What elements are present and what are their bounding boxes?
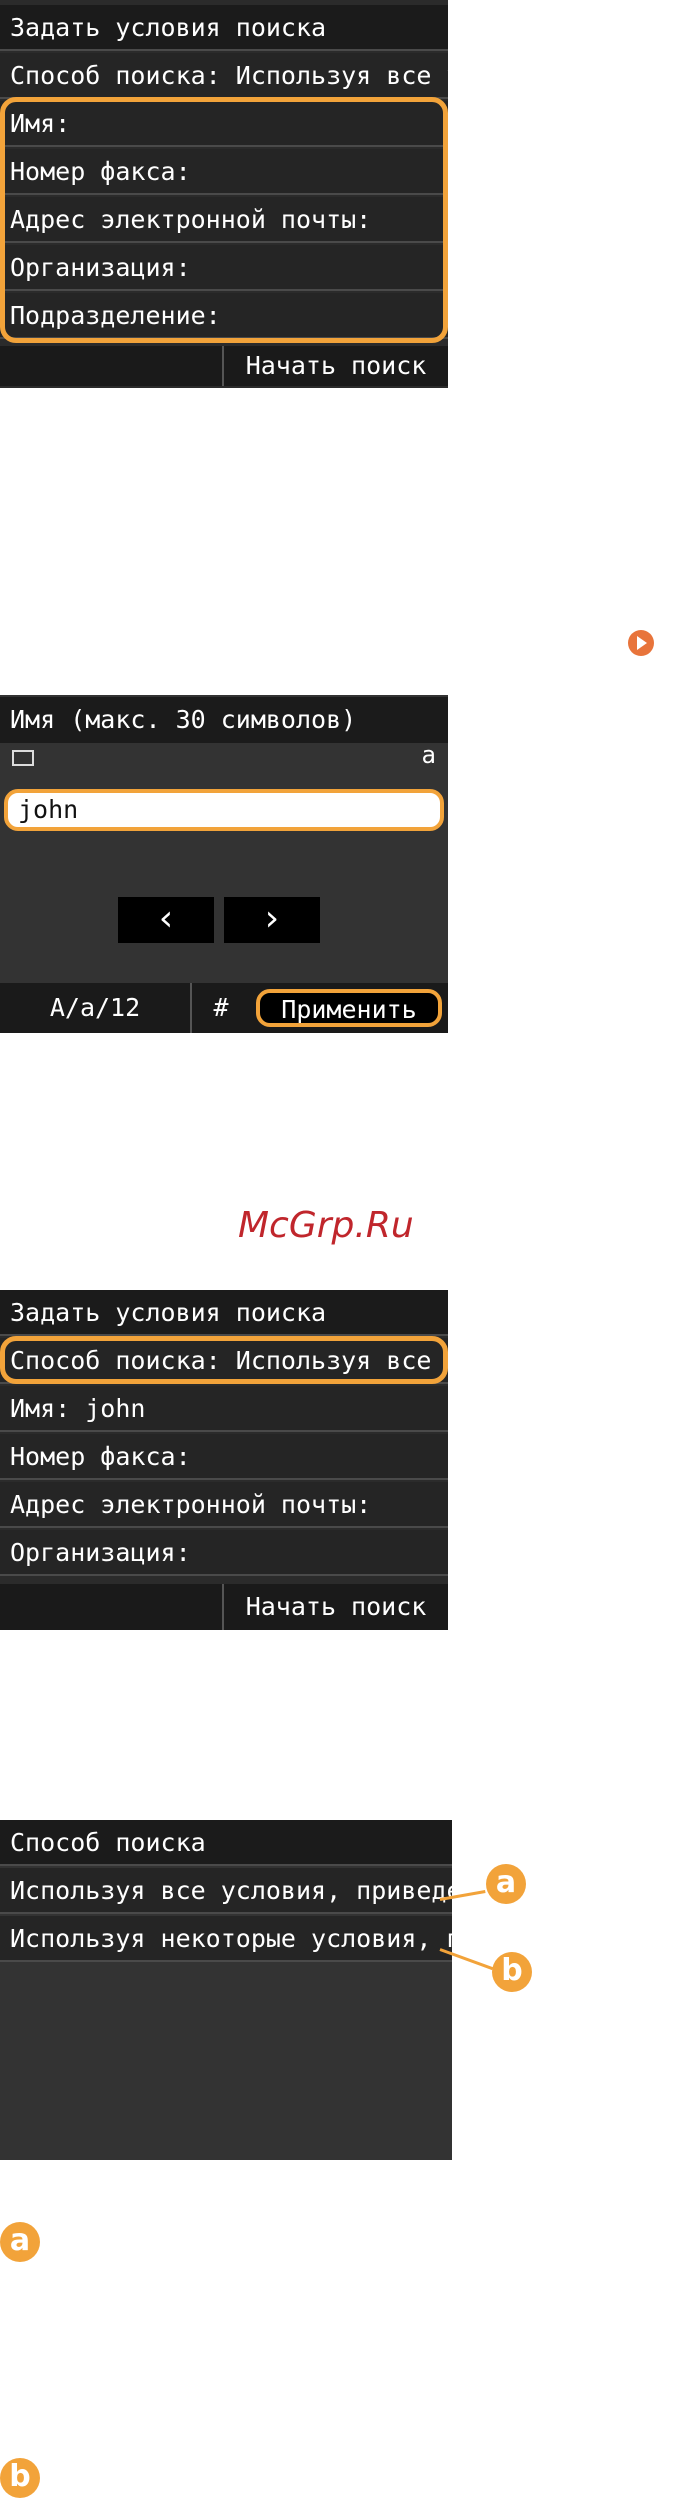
keyboard-icon	[12, 750, 34, 766]
bottom-bar: Начать поиск	[0, 1584, 448, 1630]
search-conditions-screen-filled: Задать условия поиска Способ поиска: Исп…	[0, 1290, 448, 1630]
search-method-screen: Способ поиска Используя все условия, при…	[0, 1820, 452, 2160]
screen-title: Задать условия поиска	[0, 5, 448, 51]
callout-a-icon: a	[486, 1864, 526, 1904]
next-step-icon	[628, 630, 654, 656]
screen-title: Задать условия поиска	[0, 1290, 448, 1336]
name-item[interactable]: Имя: john	[0, 1386, 448, 1432]
option-all-conditions[interactable]: Используя все условия, приведе	[0, 1868, 452, 1914]
legend-a-icon: a	[0, 2222, 40, 2262]
search-conditions-screen: Задать условия поиска Способ поиска: Исп…	[0, 0, 448, 388]
email-address-item[interactable]: Адрес электронной почты:	[0, 1482, 448, 1528]
callout-b-icon: b	[492, 1952, 532, 1992]
fax-number-item[interactable]: Номер факса:	[0, 1434, 448, 1480]
legend-b-icon: b	[0, 2458, 40, 2498]
apply-button[interactable]: Применить	[256, 989, 442, 1027]
highlight-frame	[0, 1336, 448, 1384]
symbol-button[interactable]: #	[190, 983, 250, 1033]
text-input-value: john	[18, 795, 79, 824]
start-search-button[interactable]: Начать поиск	[222, 346, 448, 386]
screen-title: Имя (макс. 30 символов)	[0, 697, 448, 743]
highlight-frame	[0, 97, 448, 343]
bottom-bar: Начать поиск	[0, 346, 448, 386]
text-input-field[interactable]: john	[4, 789, 444, 831]
screen-title: Способ поиска	[0, 1820, 452, 1866]
cursor-right-button[interactable]: ›	[224, 897, 320, 943]
option-some-conditions[interactable]: Используя некоторые условия, п	[0, 1916, 452, 1962]
bottom-bar: A/a/12 # Применить	[0, 983, 448, 1033]
organization-item[interactable]: Организация:	[0, 1530, 448, 1576]
search-method-item[interactable]: Способ поиска: Используя все у	[0, 53, 448, 99]
name-input-screen: Имя (макс. 30 символов) a john ‹ › A/a/1…	[0, 695, 448, 1033]
mode-indicator: a	[421, 741, 436, 769]
start-search-button[interactable]: Начать поиск	[222, 1584, 448, 1630]
cursor-left-button[interactable]: ‹	[118, 897, 214, 943]
watermark: McGrp.Ru	[238, 1205, 414, 1246]
input-mode-button[interactable]: A/a/12	[0, 983, 190, 1033]
